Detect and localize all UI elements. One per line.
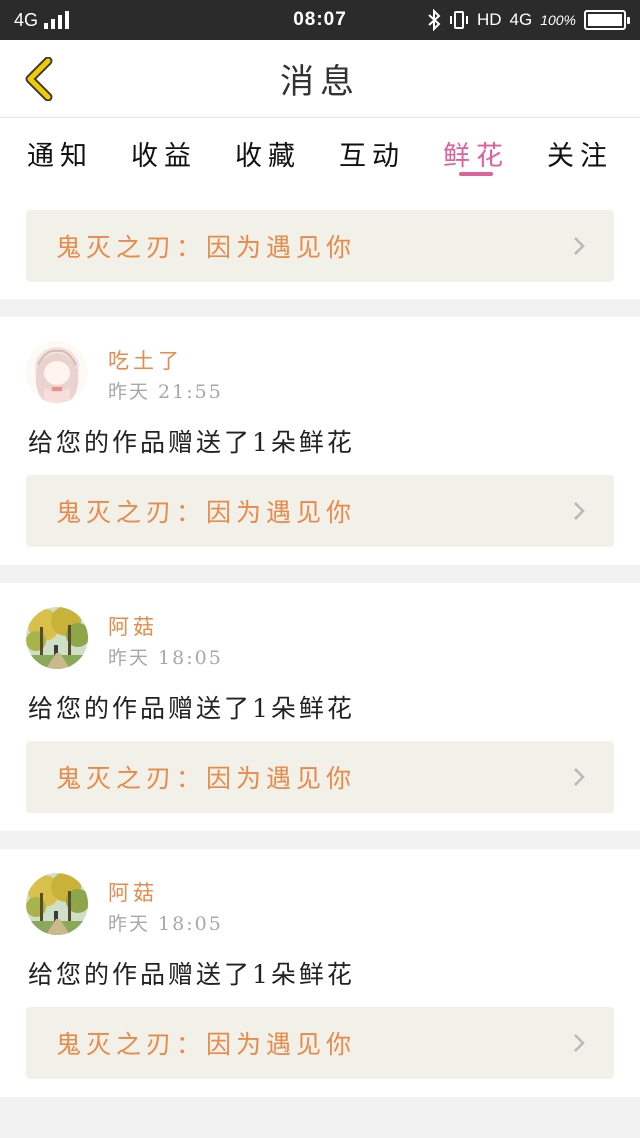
username[interactable]: 阿菇 xyxy=(108,611,158,641)
tab-label: 收藏 xyxy=(235,140,301,172)
tab-interactions[interactable]: 互动 xyxy=(335,118,409,188)
network-type-left: 4G xyxy=(14,9,39,30)
message-time: 昨天 21:55 xyxy=(108,381,223,403)
tab-label: 收益 xyxy=(131,140,197,172)
avatar[interactable] xyxy=(26,873,88,935)
battery-icon xyxy=(584,10,630,30)
status-left: 4G xyxy=(14,9,70,31)
tab-flowers[interactable]: 鲜花 xyxy=(439,118,513,188)
back-button[interactable] xyxy=(16,56,62,102)
anime-girl-avatar-icon xyxy=(26,341,88,403)
tab-label: 关注 xyxy=(547,140,613,172)
avatar[interactable] xyxy=(26,341,88,403)
bluetooth-icon xyxy=(428,9,441,31)
work-link[interactable]: 鬼灭之刃：因为遇见你 xyxy=(26,210,614,282)
work-title: 鬼灭之刃：因为遇见你 xyxy=(56,233,357,262)
page-title: 消息 xyxy=(280,62,360,102)
chevron-right-icon xyxy=(574,502,585,520)
autumn-tree-avatar-icon xyxy=(26,607,88,669)
divider xyxy=(0,565,640,583)
status-right: HD 4G 100% xyxy=(427,9,630,31)
tab-bar: 通知 收益 收藏 互动 鲜花 关注 xyxy=(0,118,640,188)
chevron-right-icon xyxy=(574,1034,585,1052)
tab-earnings[interactable]: 收益 xyxy=(127,118,201,188)
autumn-tree-avatar-icon xyxy=(26,873,88,935)
tab-label: 互动 xyxy=(339,140,405,172)
hd-indicator: HD xyxy=(476,10,502,29)
divider xyxy=(0,299,640,317)
message-time: 昨天 18:05 xyxy=(108,647,223,669)
header: 消息 xyxy=(0,40,640,118)
message-time: 昨天 18:05 xyxy=(108,913,223,935)
message-text: 给您的作品赠送了1朵鲜花 xyxy=(28,960,355,989)
signal-icon xyxy=(44,11,70,29)
work-title: 鬼灭之刃：因为遇见你 xyxy=(56,498,357,527)
work-title: 鬼灭之刃：因为遇见你 xyxy=(56,764,357,793)
tab-favorites[interactable]: 收藏 xyxy=(231,118,305,188)
work-link[interactable]: 鬼灭之刃：因为遇见你 xyxy=(26,741,614,813)
username[interactable]: 吃土了 xyxy=(108,345,183,375)
network-type-right: 4G xyxy=(509,10,533,29)
chevron-right-icon xyxy=(574,768,585,786)
work-link[interactable]: 鬼灭之刃：因为遇见你 xyxy=(26,1007,614,1079)
divider xyxy=(0,1097,640,1115)
vibrate-icon xyxy=(449,11,468,29)
message-text: 给您的作品赠送了1朵鲜花 xyxy=(28,694,355,723)
avatar[interactable] xyxy=(26,607,88,669)
message-card: 阿菇 昨天 18:05 给您的作品赠送了1朵鲜花 鬼灭之刃：因为遇见你 xyxy=(0,849,640,1097)
message-card: 吃土了 昨天 21:55 给您的作品赠送了1朵鲜花 鬼灭之刃：因为遇见你 xyxy=(0,317,640,565)
message-list[interactable]: 鬼灭之刃：因为遇见你 吃土了 昨天 21:55 给您的作品赠送了1朵鲜花 鬼灭之… xyxy=(0,188,640,1138)
chevron-left-icon xyxy=(25,57,53,101)
tab-following[interactable]: 关注 xyxy=(543,118,617,188)
status-bar: 4G 08:07 HD 4G 100% xyxy=(0,0,640,40)
tab-label: 通知 xyxy=(27,140,93,172)
message-card: 阿菇 昨天 18:05 给您的作品赠送了1朵鲜花 鬼灭之刃：因为遇见你 xyxy=(0,583,640,831)
tab-notifications[interactable]: 通知 xyxy=(23,118,97,188)
tab-label: 鲜花 xyxy=(443,140,509,172)
work-link[interactable]: 鬼灭之刃：因为遇见你 xyxy=(26,475,614,547)
message-text: 给您的作品赠送了1朵鲜花 xyxy=(28,428,355,457)
work-title: 鬼灭之刃：因为遇见你 xyxy=(56,1030,357,1059)
divider xyxy=(0,831,640,849)
chevron-right-icon xyxy=(574,237,585,255)
battery-percent: 100% xyxy=(540,12,576,28)
username[interactable]: 阿菇 xyxy=(108,877,158,907)
message-card: 鬼灭之刃：因为遇见你 xyxy=(0,188,640,299)
